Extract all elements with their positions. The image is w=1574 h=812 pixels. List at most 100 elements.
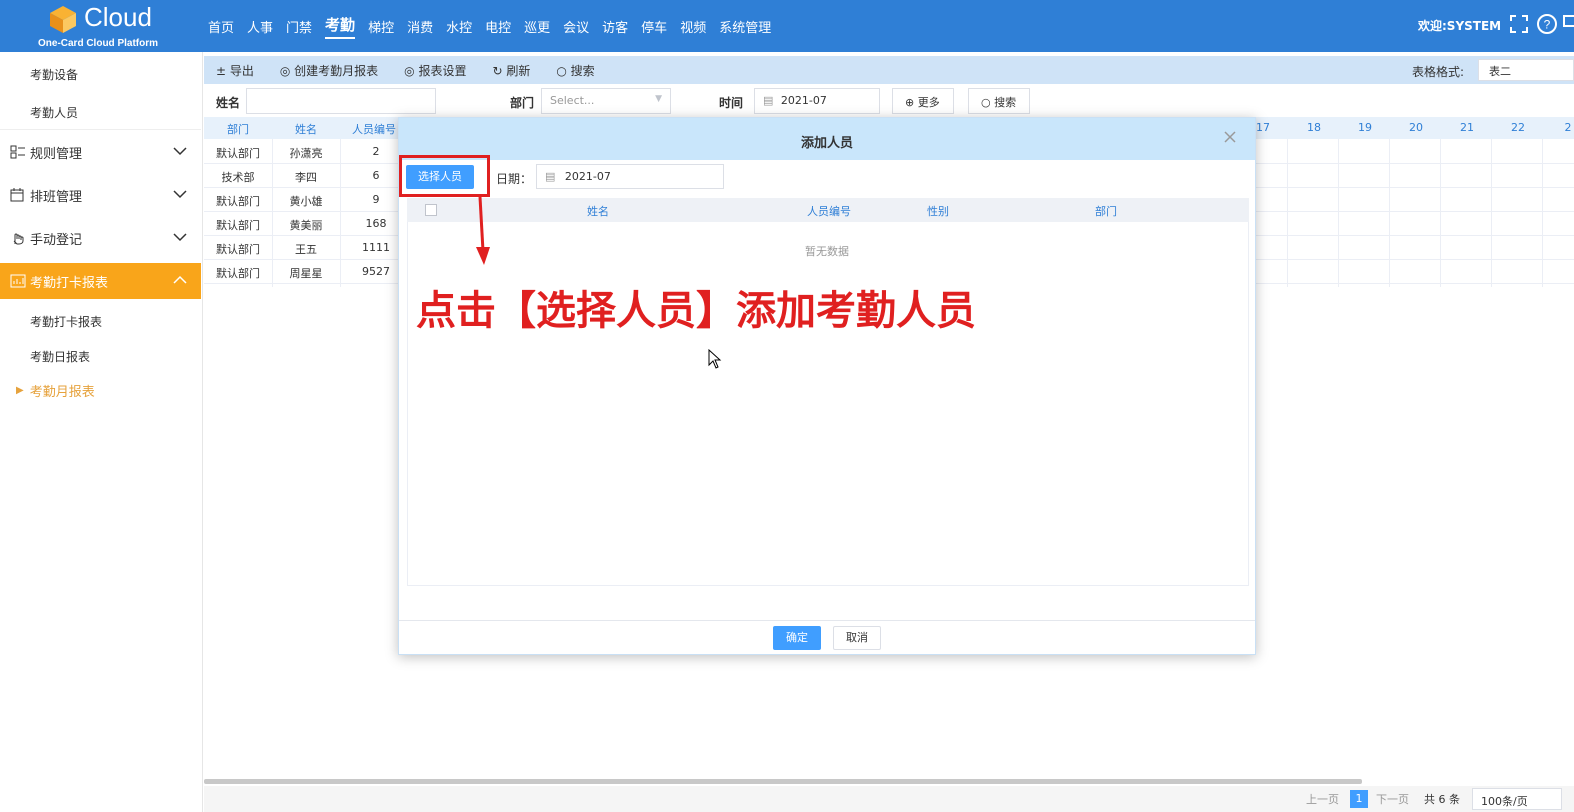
column-header: 人员编号 xyxy=(352,123,396,136)
prev-page-button[interactable]: 上一页 xyxy=(1306,791,1339,807)
sidebar-item-personnel[interactable]: 考勤人员 xyxy=(0,94,201,130)
current-page[interactable]: 1 xyxy=(1350,790,1368,808)
page-size-select[interactable]: 100条/页 xyxy=(1472,788,1562,810)
logo[interactable]: Cloud One-Card Cloud Platform xyxy=(0,0,200,52)
sidebar-item-devices[interactable]: 考勤设备 xyxy=(0,56,201,92)
time-input[interactable]: ▤ 2021-07 xyxy=(754,88,880,114)
nav-meeting[interactable]: 会议 xyxy=(563,17,589,36)
close-icon[interactable] xyxy=(1223,130,1237,144)
next-page-button[interactable]: 下一页 xyxy=(1376,791,1409,807)
date-input[interactable]: ▤ 2021-07 xyxy=(536,164,724,189)
export-button[interactable]: ± 导出 xyxy=(216,62,254,79)
dept-label: 部门 xyxy=(510,96,535,110)
arrow-down-icon xyxy=(476,196,490,265)
total-count: 共 6 条 xyxy=(1424,793,1460,806)
calendar-icon xyxy=(10,188,24,202)
filter-search-button[interactable]: ○ 搜索 xyxy=(968,88,1030,114)
instruction-annotation: 点击【选择人员】添加考勤人员 xyxy=(416,288,976,334)
nav-water[interactable]: 水控 xyxy=(446,17,472,36)
sidebar-group-report[interactable]: 考勤打卡报表 xyxy=(0,263,201,299)
sidebar-item-label: 考勤打卡报表 xyxy=(30,314,103,329)
sidebar-item-label: 考勤月报表 xyxy=(29,384,95,400)
time-label: 时间 xyxy=(719,96,744,110)
report-settings-button[interactable]: ◎ 报表设置 xyxy=(404,62,466,79)
mouse-cursor-icon xyxy=(708,349,722,369)
rules-icon xyxy=(10,145,25,159)
column-header: 部门 xyxy=(1095,205,1117,218)
nav-home[interactable]: 首页 xyxy=(208,17,234,36)
confirm-button[interactable]: 确定 xyxy=(773,626,821,650)
toolbar-search-button[interactable]: ○ 搜索 xyxy=(556,62,594,79)
nav-hr[interactable]: 人事 xyxy=(247,17,273,36)
nav-visitor[interactable]: 访客 xyxy=(602,17,628,36)
nav-video[interactable]: 视频 xyxy=(680,17,706,36)
nav-attendance[interactable]: 考勤 xyxy=(325,14,356,39)
column-header: 17 xyxy=(1256,121,1270,134)
chevron-up-icon xyxy=(173,275,187,284)
nav-parking[interactable]: 停车 xyxy=(641,17,667,36)
dept-placeholder: Select... xyxy=(550,94,595,107)
cancel-button[interactable]: 取消 xyxy=(833,626,881,650)
select-all-checkbox[interactable] xyxy=(425,204,437,216)
column-header: 21 xyxy=(1460,121,1474,134)
cell-name: 周星星 xyxy=(289,267,323,280)
column-header: 18 xyxy=(1307,121,1321,134)
format-label: 表格格式: xyxy=(1412,65,1465,79)
monitor-icon[interactable] xyxy=(1562,13,1574,35)
sidebar-group-schedule[interactable]: 排班管理 xyxy=(0,177,201,213)
dialog-footer-divider xyxy=(399,620,1255,621)
cell-name: 黄美丽 xyxy=(289,219,323,232)
name-label: 姓名 xyxy=(216,96,241,110)
sidebar-group-label: 考勤打卡报表 xyxy=(30,275,109,291)
cell-id: 168 xyxy=(365,217,387,230)
horizontal-scrollbar[interactable] xyxy=(204,779,1362,784)
highlight-box xyxy=(399,155,490,197)
cell-id: 9 xyxy=(372,193,380,206)
caret-right-icon: ▶ xyxy=(16,384,24,396)
cell-dept: 默认部门 xyxy=(216,267,260,280)
divider xyxy=(0,129,201,130)
chevron-down-icon xyxy=(173,190,187,199)
column-header: 姓名 xyxy=(587,205,609,218)
sidebar-item-daily-report[interactable]: 考勤日报表 xyxy=(0,338,201,374)
cell-dept: 默认部门 xyxy=(216,195,260,208)
nav-patrol[interactable]: 巡更 xyxy=(524,17,550,36)
cell-name: 孙潇亮 xyxy=(289,147,323,160)
top-nav: 首页 人事 门禁 考勤 梯控 消费 水控 电控 巡更 会议 访客 停车 视频 系… xyxy=(208,0,784,52)
fullscreen-icon[interactable] xyxy=(1508,13,1530,35)
name-input[interactable] xyxy=(246,88,436,114)
refresh-button[interactable]: ↻ 刷新 xyxy=(492,62,530,79)
sidebar-group-label: 手动登记 xyxy=(30,232,83,248)
nav-elevator[interactable]: 梯控 xyxy=(368,17,394,36)
logo-text: Cloud xyxy=(84,2,152,32)
nav-electric[interactable]: 电控 xyxy=(485,17,511,36)
chart-icon xyxy=(10,274,26,288)
cell-id: 2 xyxy=(372,145,380,158)
column-header: 性别 xyxy=(927,205,949,218)
logo-box-icon xyxy=(50,6,76,33)
create-monthly-report-button[interactable]: ◎ 创建考勤月报表 xyxy=(280,62,378,79)
svg-text:?: ? xyxy=(1544,18,1551,32)
column-header: 22 xyxy=(1511,121,1525,134)
more-button[interactable]: ⊕ 更多 xyxy=(892,88,954,114)
sidebar-item-monthly-report[interactable]: ▶ 考勤月报表 xyxy=(0,372,201,408)
column-header: 20 xyxy=(1409,121,1423,134)
sidebar-item-label: 考勤设备 xyxy=(30,67,79,82)
nav-access[interactable]: 门禁 xyxy=(286,17,312,36)
sidebar-group-rules[interactable]: 规则管理 xyxy=(0,134,201,170)
cell-name: 李四 xyxy=(295,171,317,184)
cell-dept: 默认部门 xyxy=(216,243,260,256)
format-select[interactable]: 表二 xyxy=(1478,59,1574,81)
empty-text: 暂无数据 xyxy=(805,245,849,258)
cell-id: 6 xyxy=(372,169,380,182)
sidebar-group-manual[interactable]: 手动登记 xyxy=(0,220,201,256)
sidebar-group-label: 规则管理 xyxy=(30,146,83,162)
dept-select[interactable]: Select... ▼ xyxy=(541,88,671,114)
nav-system[interactable]: 系统管理 xyxy=(719,17,771,36)
help-icon[interactable]: ? xyxy=(1536,13,1558,35)
sidebar-item-punch-report[interactable]: 考勤打卡报表 xyxy=(0,303,201,339)
nav-consume[interactable]: 消费 xyxy=(407,17,433,36)
column-header: 19 xyxy=(1358,121,1372,134)
hand-icon xyxy=(13,233,24,245)
logo-subtitle: One-Card Cloud Platform xyxy=(38,38,159,49)
